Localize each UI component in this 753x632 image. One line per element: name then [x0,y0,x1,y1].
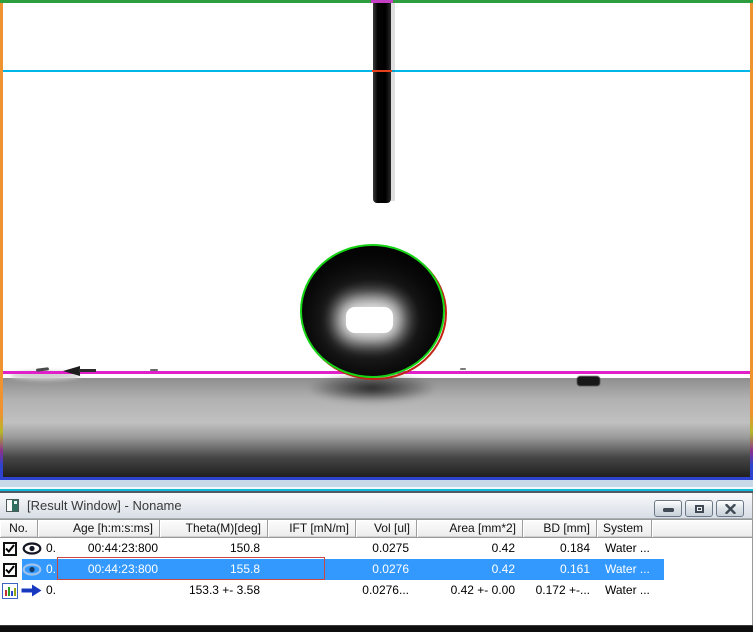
window-title: [Result Window] - Noname [27,498,182,513]
row-checkbox[interactable] [3,542,17,556]
column-header-no[interactable]: No. [0,520,38,537]
window-icon [6,499,19,512]
cell-ift [268,538,356,559]
column-header-age[interactable]: Age [h:m:s:ms] [38,520,160,537]
cell-system: Water ... [597,580,664,601]
close-icon [725,504,736,514]
column-header-vol[interactable]: Vol [ul] [356,520,417,537]
minimize-icon [663,508,674,512]
bottom-band [0,625,753,632]
table-header: No. Age [h:m:s:ms] Theta(M)[deg] IFT [mN… [0,519,752,538]
surface-debris [577,376,600,386]
column-header-filler [652,520,752,537]
row-number: 0... [46,580,57,601]
eye-icon [22,542,42,555]
column-header-system[interactable]: System [597,520,652,537]
cell-bd: 0.161 [523,559,597,580]
app-screen: [Result Window] - Noname No. Age [h:m:s:… [0,0,753,632]
minimize-button[interactable] [654,500,682,517]
cell-area: 0.42 +- 0.00 [417,580,523,601]
column-header-ift[interactable]: IFT [mN/m] [268,520,356,537]
cell-vol: 0.0276 [356,559,417,580]
cell-ift [268,580,356,601]
cell-theta: 150.8 [160,538,268,559]
column-header-bd[interactable]: BD [mm] [523,520,597,537]
table-row-stats[interactable]: 0... 153.3 +- 3.58 0.0276... 0.42 +- 0.0… [0,580,752,601]
frame-left-border [0,0,3,480]
check-icon [5,544,15,553]
table-row[interactable]: 0... 00:44:23:800 150.8 0.0275 0.42 0.18… [0,538,752,559]
cell-system: Water ... [597,538,664,559]
window-gap-strip [0,480,753,493]
check-icon [5,565,15,574]
cell-area: 0.42 [417,559,523,580]
row-checkbox[interactable] [3,563,17,577]
frame-top-magenta-segment [371,0,393,3]
column-header-area[interactable]: Area [mm*2] [417,520,523,537]
frame-bottom-line [0,477,753,480]
row-number: 0... [46,538,57,559]
cell-system: Water ... [597,559,664,580]
baseline-arrow-marker [63,366,80,376]
camera-view [0,0,753,480]
surface-speck [150,369,158,371]
cell-bd: 0.184 [523,538,597,559]
restore-icon [695,505,704,513]
chart-icon [2,583,18,599]
baseline-arrow-tail [79,369,96,372]
annotation-highlight-rect [57,557,325,580]
cell-theta: 153.3 +- 3.58 [160,580,268,601]
cell-vol: 0.0275 [356,538,417,559]
window-controls [654,500,744,517]
cell-vol: 0.0276... [356,580,417,601]
cell-age: 00:44:23:800 [57,538,160,559]
restore-button[interactable] [685,500,713,517]
close-button[interactable] [716,500,744,517]
titlebar[interactable]: [Result Window] - Noname [0,493,752,519]
needle-crossing-marker [372,70,392,72]
sessile-drop [300,244,445,378]
surface-speck [460,368,466,370]
needle-shadow [391,3,395,201]
cell-area: 0.42 [417,538,523,559]
cell-age [57,580,160,601]
cell-bd: 0.172 +-... [523,580,597,601]
column-header-theta[interactable]: Theta(M)[deg] [160,520,268,537]
drop-light-highlight [346,307,393,333]
eye-icon [22,563,42,576]
row-number: 0... [46,559,57,580]
arrow-right-icon [21,584,42,597]
dosing-needle [373,3,391,203]
